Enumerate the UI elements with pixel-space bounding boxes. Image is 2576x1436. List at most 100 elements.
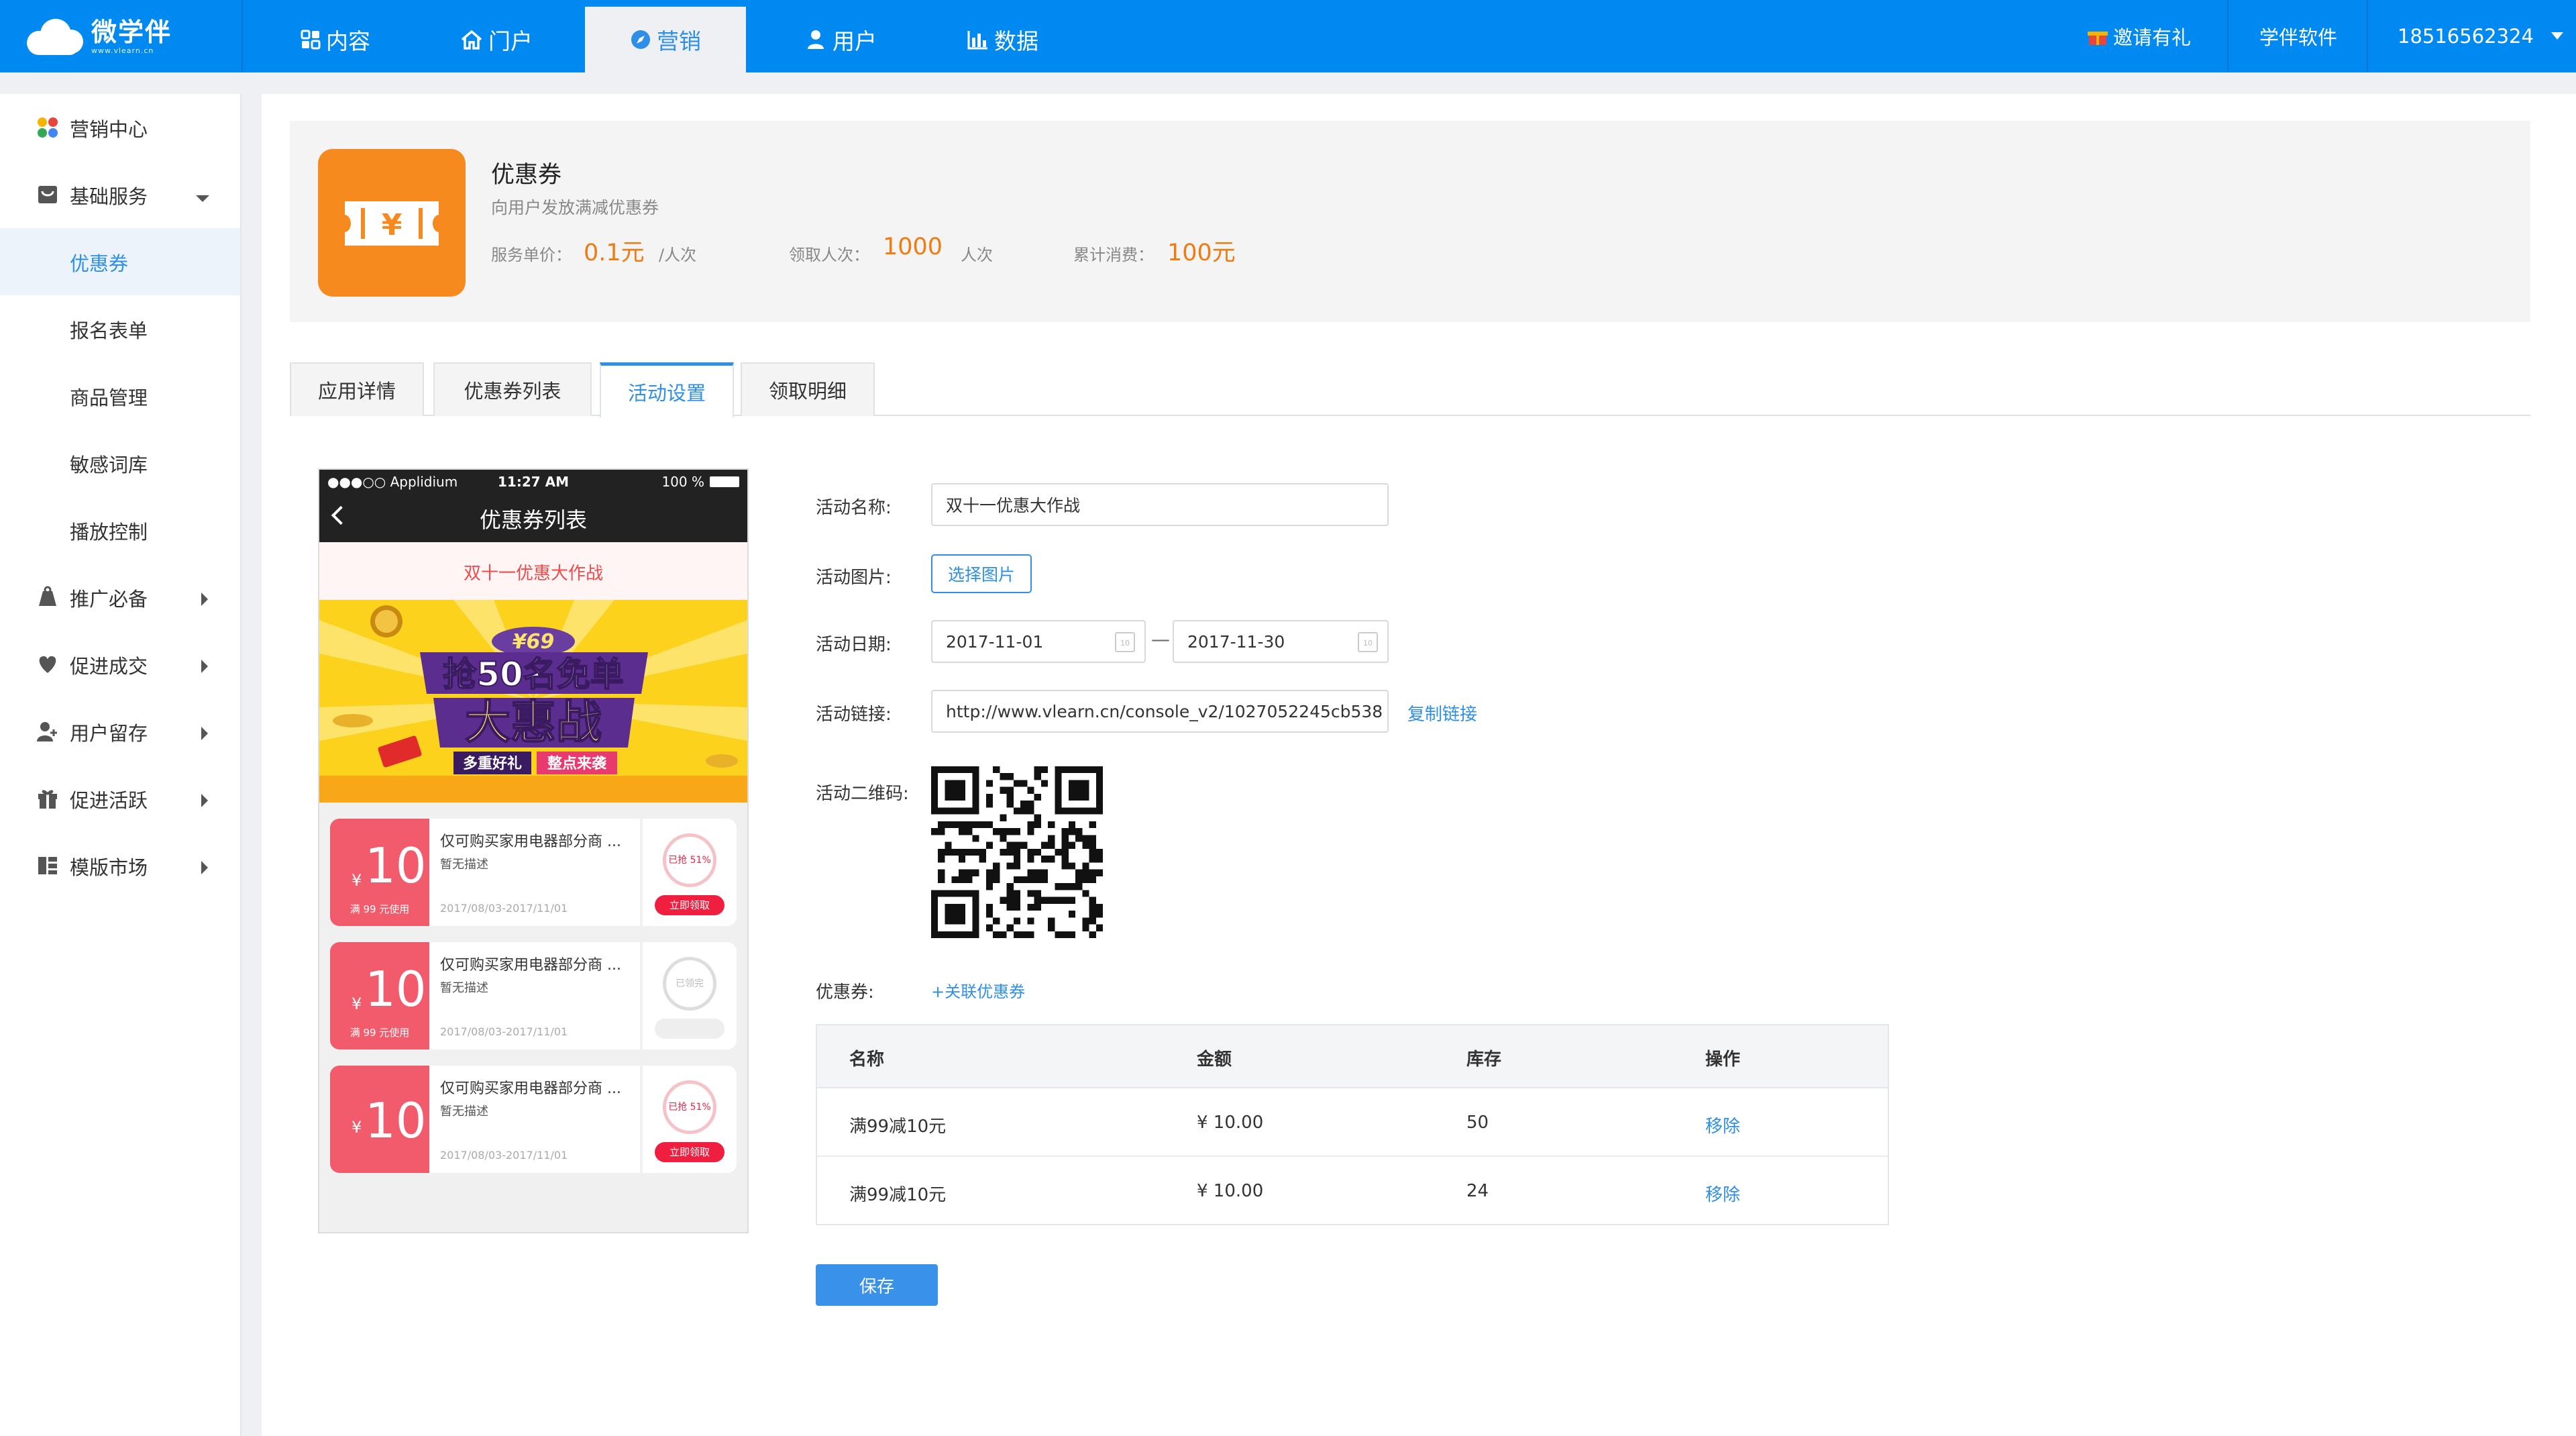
- sidebar-item-conversion[interactable]: 促进成交: [0, 631, 240, 698]
- sold-out-ring: 已领完: [663, 957, 716, 1011]
- heart-icon: [36, 653, 59, 676]
- coupon-condition: 满 99 元使用: [350, 903, 410, 915]
- add-coupon-link[interactable]: +关联优惠券: [931, 978, 1025, 1002]
- sidebar-item-marketing-center[interactable]: 营销中心: [0, 94, 240, 161]
- grid-icon: [301, 30, 321, 50]
- company-label: 学伴软件: [2259, 26, 2338, 49]
- table-row: 满99减10元 ¥ 10.00 50 移除: [817, 1088, 1888, 1157]
- phone-status-bar: ●●●○○ Applidium 11:27 AM 100 %: [319, 470, 747, 494]
- account-label: 18516562324: [2398, 25, 2534, 48]
- tab-coupon-list[interactable]: 优惠券列表: [433, 362, 592, 416]
- gift-icon: [36, 787, 59, 810]
- sidebar-item-coupon[interactable]: 优惠券: [0, 228, 240, 295]
- invite-label: 邀请有礼: [2113, 26, 2192, 49]
- start-date-input[interactable]: 2017-11-01 10: [931, 620, 1146, 663]
- nav-users[interactable]: 用户: [778, 7, 906, 72]
- sidebar-item-retention[interactable]: 用户留存: [0, 698, 240, 765]
- coupon-card[interactable]: ¥ 10 仅可购买家用电器部分商 ... 暂无描述 2017/08/03-201…: [330, 1066, 737, 1173]
- tab-label: 优惠券列表: [464, 380, 561, 403]
- tab-label: 领取明细: [768, 380, 847, 403]
- coupon-yen: ¥: [352, 994, 362, 1013]
- date-separator: —: [1151, 628, 1170, 650]
- calendar-icon[interactable]: 10: [1358, 632, 1378, 652]
- spend-value: 100元: [1167, 240, 1236, 266]
- tab-bar: 应用详情 优惠券列表 活动设置 领取明细: [290, 362, 2530, 417]
- price-unit: /人次: [659, 246, 697, 264]
- bar-chart-icon: [967, 30, 989, 50]
- table-row: 满99减10元 ¥ 10.00 24 移除: [817, 1157, 1888, 1225]
- nav-content[interactable]: 内容: [275, 7, 396, 72]
- battery-text: 100 %: [661, 474, 704, 490]
- invite-link[interactable]: 邀请有礼: [2088, 0, 2191, 72]
- sidebar-item-sensitive-words[interactable]: 敏感词库: [0, 429, 240, 497]
- nav-marketing-label: 营销: [657, 28, 701, 54]
- sidebar-item-signup-form[interactable]: 报名表单: [0, 295, 240, 362]
- remove-button[interactable]: 移除: [1705, 1113, 1740, 1137]
- phone-nav-title: 优惠券列表: [479, 507, 587, 533]
- account-menu[interactable]: 18516562324: [2398, 0, 2563, 72]
- company-link[interactable]: 学伴软件: [2259, 0, 2337, 72]
- tab-claim-details[interactable]: 领取明细: [741, 362, 875, 416]
- save-button[interactable]: 保存: [816, 1264, 938, 1306]
- coupon-card[interactable]: ¥ 10 满 99 元使用 仅可购买家用电器部分商 ... 暂无描述 2017/…: [330, 942, 737, 1049]
- banner-line3-text: 多重好礼: [463, 755, 522, 772]
- coupon-label: 优惠券:: [816, 982, 874, 1003]
- copy-link-button[interactable]: 复制链接: [1407, 701, 1477, 725]
- users-label: 领取人次：: [789, 246, 869, 264]
- nav-content-label: 内容: [326, 28, 370, 54]
- app-title: 优惠券: [491, 162, 562, 189]
- sidebar-item-label: 基础服务: [70, 185, 148, 208]
- coupon-table: 名称 金额 库存 操作 满99减10元 ¥ 10.00 50 移除 满99减10…: [816, 1024, 1889, 1225]
- column-header-amount: 金额: [1197, 1049, 1232, 1070]
- end-date-input[interactable]: 2017-11-30 10: [1173, 620, 1389, 663]
- claimed-progress-ring: 已抢 51%: [663, 1080, 716, 1134]
- sidebar-item-label: 促进成交: [70, 655, 148, 678]
- brand-name: 微学伴: [91, 17, 172, 47]
- caret-right-icon: [200, 588, 209, 611]
- logo[interactable]: 微学伴 www.vlearn.cn: [24, 15, 172, 58]
- claim-now-button[interactable]: 立即领取: [655, 895, 724, 915]
- tab-label: 活动设置: [627, 381, 706, 405]
- coupon-card[interactable]: ¥ 10 满 99 元使用 仅可购买家用电器部分商 ... 暂无描述 2017/…: [330, 819, 737, 926]
- sidebar-item-label: 推广必备: [70, 588, 148, 611]
- tab-app-details[interactable]: 应用详情: [290, 362, 424, 416]
- sidebar-item-label: 模版市场: [70, 856, 148, 879]
- nav-portal[interactable]: 门户: [436, 7, 557, 72]
- sidebar-item-label: 播放控制: [70, 521, 148, 544]
- activity-name-input[interactable]: 双十一优惠大作战: [931, 483, 1389, 526]
- remove-button[interactable]: 移除: [1705, 1181, 1740, 1206]
- svg-text:¥: ¥: [382, 208, 402, 242]
- sidebar-item-promotion[interactable]: 推广必备: [0, 564, 240, 631]
- gift-icon: [2088, 26, 2108, 46]
- cell-amount: ¥ 10.00: [1197, 1113, 1264, 1133]
- choose-image-button[interactable]: 选择图片: [931, 554, 1032, 593]
- coupon-amount: 10: [365, 1092, 427, 1149]
- users-unit: 人次: [961, 246, 993, 264]
- table-header: 名称 金额 库存 操作: [817, 1025, 1888, 1088]
- sidebar-item-playback-control[interactable]: 播放控制: [0, 497, 240, 564]
- coupon-desc: 暂无描述: [440, 981, 488, 995]
- qr-code-image: [931, 766, 1103, 938]
- sidebar-item-product-management[interactable]: 商品管理: [0, 362, 240, 429]
- activity-date-label: 活动日期:: [816, 635, 892, 655]
- spend-label: 累计消费：: [1073, 246, 1154, 264]
- tab-label: 应用详情: [317, 380, 396, 403]
- sidebar: 营销中心 基础服务 优惠券 报名表单 商品管理 敏感词库 播放控制 推广必备 促…: [0, 94, 241, 1436]
- cell-stock: 24: [1466, 1181, 1489, 1201]
- sidebar-item-activity[interactable]: 促进活跃: [0, 765, 240, 832]
- calendar-icon[interactable]: 10: [1115, 632, 1135, 652]
- sidebar-item-label: 商品管理: [70, 387, 148, 409]
- promo-banner: ¥69 抢50名免单 大惠战 多重好礼 整点来袭: [319, 600, 747, 803]
- qr-code-label: 活动二维码:: [816, 784, 909, 804]
- activity-link-input[interactable]: http://www.vlearn.cn/console_v2/10270522…: [931, 690, 1389, 733]
- nav-data[interactable]: 数据: [939, 7, 1067, 72]
- sidebar-item-basic-services[interactable]: 基础服务: [0, 161, 240, 228]
- coupon-condition: 满 99 元使用: [350, 1027, 410, 1039]
- nav-marketing[interactable]: 营销: [585, 7, 746, 72]
- home-icon: [460, 30, 483, 50]
- user-icon: [807, 29, 827, 50]
- claim-now-button[interactable]: 立即领取: [655, 1142, 724, 1162]
- sidebar-item-template-market[interactable]: 模版市场: [0, 832, 240, 899]
- tab-activity-settings[interactable]: 活动设置: [600, 362, 734, 417]
- cell-name: 满99减10元: [849, 1117, 947, 1137]
